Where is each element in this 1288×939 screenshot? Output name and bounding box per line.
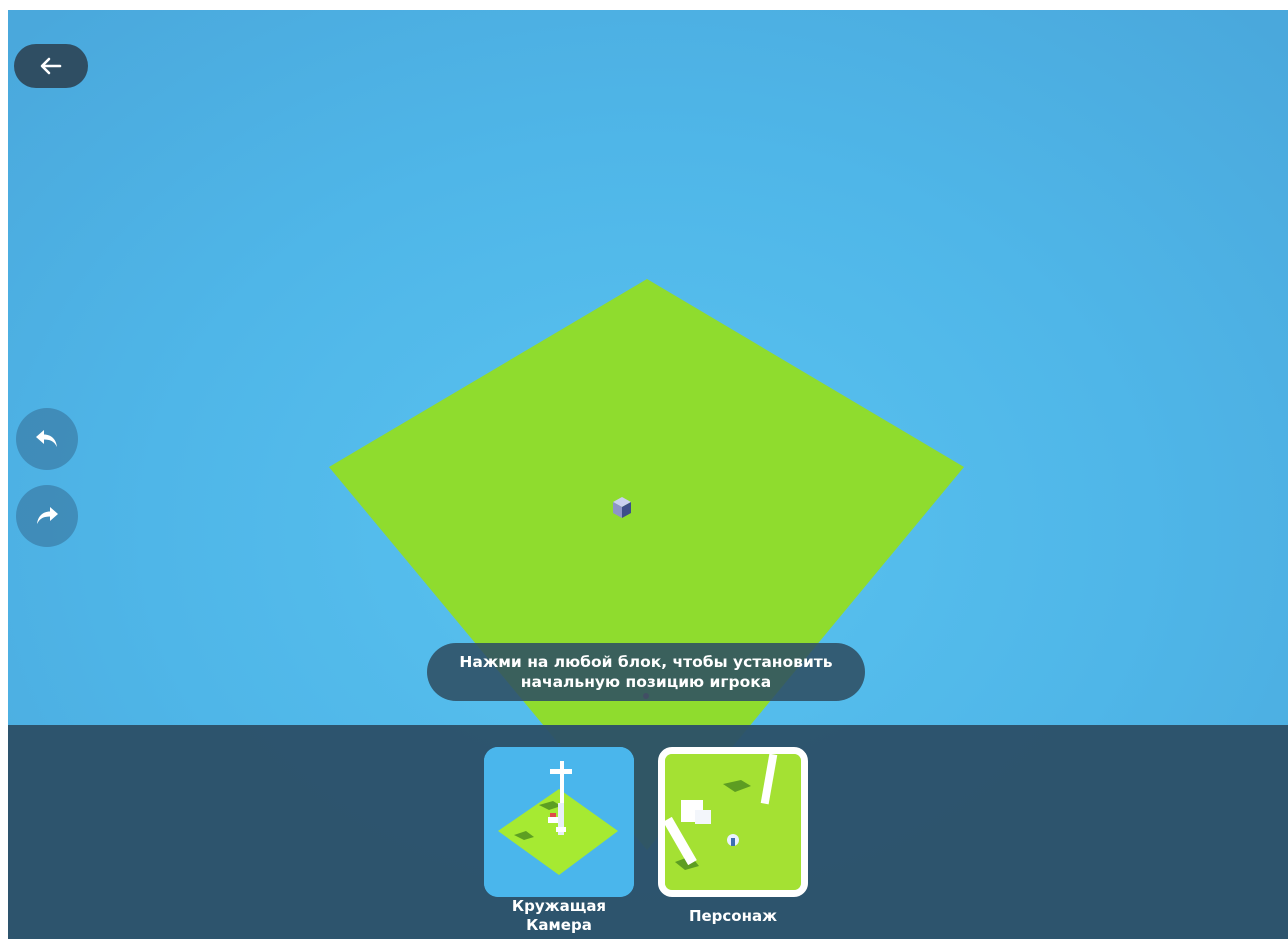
- character-camera-card[interactable]: [658, 747, 808, 897]
- character-camera-label: Персонаж: [688, 907, 778, 925]
- character-camera-thumbnail: [665, 754, 801, 890]
- camera-selection-panel: Кружащая Камера Персонаж: [8, 725, 1288, 939]
- undo-icon: [36, 430, 57, 447]
- orbit-camera-thumbnail: [484, 747, 634, 897]
- redo-icon: [37, 507, 58, 524]
- redo-button[interactable]: [16, 485, 78, 547]
- orbit-camera-card[interactable]: [484, 747, 634, 897]
- game-frame: Кружащая Камера Персонаж Нажми на любой …: [8, 10, 1288, 939]
- undo-button[interactable]: [16, 408, 78, 470]
- hint-text: Нажми на любой блок, чтобы установить на…: [459, 653, 833, 691]
- back-button[interactable]: [14, 44, 88, 88]
- orbit-camera-label: Кружащая Камера: [511, 897, 607, 934]
- arrow-left-icon: [40, 57, 62, 75]
- hint-tooltip: Нажми на любой блок, чтобы установить на…: [427, 643, 865, 701]
